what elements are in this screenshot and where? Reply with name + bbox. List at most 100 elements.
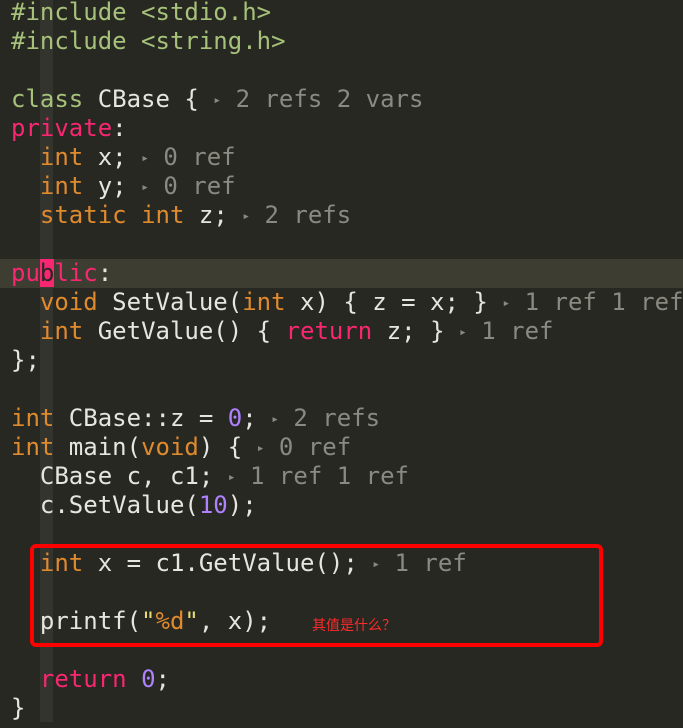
code-line[interactable]: int GetValue() { return z; } ▸ 1 ref — [11, 317, 683, 346]
code-line[interactable]: int main(void) { ▸ 0 ref — [11, 433, 683, 462]
code-line[interactable]: }; — [11, 346, 683, 375]
code-token: printf( — [11, 607, 142, 635]
code-token: #include — [11, 27, 142, 55]
codelens-arrow-icon: ▸ — [227, 470, 236, 485]
codelens-arrow-icon: ▸ — [271, 412, 279, 427]
code-token: void — [141, 433, 199, 461]
code-token: static — [39, 201, 127, 229]
code-token: ) { — [198, 433, 257, 461]
code-token: int — [11, 404, 55, 432]
code-token: ); — [227, 491, 257, 519]
codelens-hint[interactable]: 2 refs — [279, 404, 380, 432]
code-line[interactable] — [11, 230, 683, 259]
code-token: , x); — [198, 607, 272, 635]
codelens-arrow-icon: ▸ — [141, 180, 149, 195]
codelens-hint[interactable]: 0 ref — [149, 172, 235, 200]
code-token: SetValue( — [97, 288, 243, 316]
code-token: x) { z = x; } — [285, 288, 503, 316]
code-token: private — [11, 114, 113, 142]
code-token: class — [11, 85, 98, 113]
code-token: c.SetValue( — [11, 491, 199, 519]
codelens-arrow-icon: ▸ — [458, 325, 467, 340]
code-token: return — [39, 665, 127, 693]
code-token: int — [141, 201, 185, 229]
code-line[interactable]: return 0; — [11, 665, 683, 694]
code-token: int — [242, 288, 286, 316]
annotation-text: 其值是什么？ — [312, 618, 396, 634]
code-line[interactable]: #include <stdio.h> — [11, 0, 683, 27]
code-line[interactable]: int CBase::z = 0; ▸ 2 refs — [11, 404, 683, 433]
code-line[interactable]: CBase c, c1; ▸ 1 ref 1 ref — [11, 462, 683, 491]
code-line[interactable]: class CBase { ▸ 2 refs 2 vars — [11, 85, 683, 114]
code-token: GetValue() { — [83, 317, 286, 345]
code-line[interactable] — [11, 375, 683, 404]
codelens-arrow-icon: ▸ — [242, 209, 251, 224]
code-token: 0 — [141, 665, 156, 693]
code-token: CBase { — [97, 85, 214, 113]
code-line[interactable]: public: — [0, 259, 683, 288]
code-token: : — [112, 114, 127, 142]
code-line[interactable]: } — [11, 694, 683, 723]
code-token: x; — [83, 143, 142, 171]
code-token: lic — [54, 259, 98, 287]
code-line[interactable] — [11, 520, 683, 549]
code-token: CBase::z = — [54, 404, 228, 432]
code-token: int — [39, 143, 84, 171]
code-token: x = c1.GetValue(); — [83, 549, 373, 577]
codelens-hint[interactable]: 1 ref — [467, 317, 553, 345]
code-token: " — [184, 607, 199, 635]
code-token: %d — [155, 607, 185, 635]
codelens-hint[interactable]: 0 ref — [149, 143, 235, 171]
code-line[interactable]: int x = c1.GetValue(); ▸ 1 ref — [11, 549, 683, 578]
code-token: int — [11, 433, 55, 461]
code-line[interactable] — [11, 636, 683, 665]
code-token: y; — [83, 172, 142, 200]
code-token: CBase c, c1; — [11, 462, 228, 490]
code-line[interactable]: static int z; ▸ 2 refs — [11, 201, 683, 230]
code-line[interactable]: void SetValue(int x) { z = x; } ▸ 1 ref … — [11, 288, 683, 317]
codelens-arrow-icon: ▸ — [502, 296, 511, 311]
code-token: " — [141, 607, 156, 635]
code-token: }; — [11, 346, 40, 374]
code-token: z; } — [372, 317, 459, 345]
code-line[interactable] — [11, 56, 683, 85]
code-token: int — [39, 317, 84, 345]
codelens-arrow-icon: ▸ — [372, 557, 381, 572]
code-token: main( — [54, 433, 142, 461]
codelens-hint[interactable]: 2 refs 2 vars — [221, 85, 424, 113]
code-token: z; — [184, 201, 243, 229]
code-token: #include — [11, 0, 142, 26]
code-token: 0 — [227, 404, 243, 432]
codelens-arrow-icon: ▸ — [141, 151, 149, 166]
code-token: ; — [155, 665, 170, 693]
code-line[interactable]: #include <string.h> — [11, 27, 683, 56]
code-token: 10 — [198, 491, 228, 519]
code-token: : — [97, 259, 113, 287]
code-token: return — [285, 317, 373, 345]
codelens-hint[interactable]: 1 ref 1 ref — [236, 462, 409, 490]
code-token: b — [39, 259, 55, 287]
code-token: int — [39, 549, 84, 577]
code-token: int — [39, 172, 84, 200]
code-token: pu — [11, 259, 40, 287]
code-line[interactable]: int x; ▸ 0 ref — [11, 143, 683, 172]
codelens-hint[interactable]: 0 ref — [264, 433, 351, 461]
code-line[interactable] — [11, 578, 683, 607]
codelens-hint[interactable]: 2 refs — [250, 201, 351, 229]
codelens-arrow-icon: ▸ — [213, 93, 222, 108]
code-token: } — [11, 694, 26, 722]
code-line[interactable]: private: — [11, 114, 683, 143]
code-line[interactable]: c.SetValue(10); — [11, 491, 683, 520]
codelens-hint[interactable]: 1 ref 1 ref — [510, 288, 683, 316]
code-token: ; — [242, 404, 272, 432]
code-line[interactable]: int y; ▸ 0 ref — [11, 172, 683, 201]
codelens-hint[interactable]: 1 ref — [380, 549, 467, 577]
